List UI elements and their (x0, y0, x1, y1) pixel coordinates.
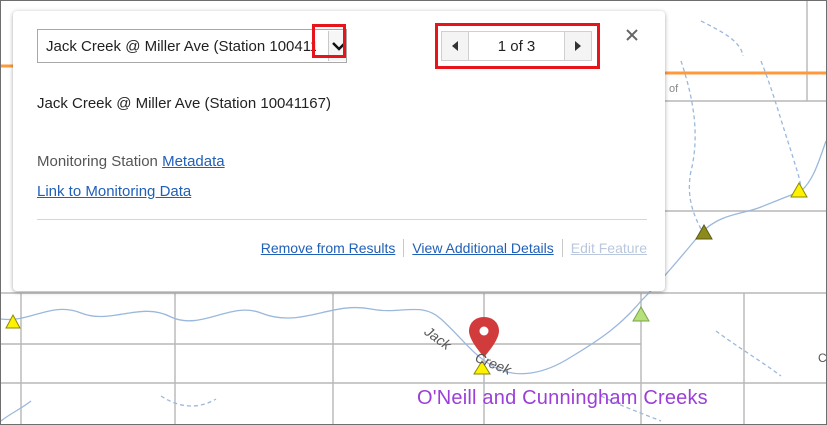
feature-select[interactable]: Jack Creek @ Miller Ave (Station 1004116… (37, 29, 347, 63)
previous-feature-button[interactable] (441, 31, 469, 61)
divider (37, 219, 647, 220)
map-label-fragment: of (669, 83, 679, 95)
edit-feature-link: Edit Feature (570, 240, 647, 256)
close-icon (626, 29, 638, 41)
feature-count: 1 of 3 (469, 31, 564, 61)
monitoring-data-link[interactable]: Link to Monitoring Data (37, 183, 191, 200)
action-separator (561, 239, 563, 257)
feature-pager: 1 of 3 (441, 29, 592, 63)
tributary-stream-7 (715, 330, 782, 377)
popup-title: Jack Creek @ Miller Ave (Station 1004116… (37, 95, 331, 112)
view-additional-details-link[interactable]: View Additional Details (412, 240, 553, 256)
feature-popup: Jack Creek @ Miller Ave (Station 1004116… (13, 11, 665, 291)
map-viewport[interactable]: of C Jack Creek O'Neill and Cunningham C… (0, 0, 827, 425)
triangle-marker-icon (695, 223, 713, 240)
tributary-stream-4 (160, 395, 217, 407)
triangle-marker-icon (5, 313, 21, 329)
dropdown-button[interactable] (328, 31, 346, 61)
next-feature-button[interactable] (564, 31, 592, 61)
chevron-down-icon (331, 42, 346, 51)
metadata-link[interactable]: Metadata (162, 153, 225, 170)
tributary-stream-2 (760, 60, 802, 192)
popup-actions: Remove from Results View Additional Deta… (261, 239, 647, 257)
triangle-marker-icon (632, 305, 650, 322)
feature-select-value: Jack Creek @ Miller Ave (Station 1004116… (46, 38, 316, 55)
metadata-line: Monitoring Station Metadata (37, 153, 225, 170)
triangle-marker-icon (790, 181, 808, 198)
triangle-left-icon (452, 41, 458, 51)
tributary-stream-1 (680, 60, 704, 234)
tributary-stream-3 (700, 20, 744, 57)
triangle-right-icon (575, 41, 581, 51)
metadata-prefix: Monitoring Station (37, 153, 163, 170)
area-label: O'Neill and Cunningham Creeks (417, 387, 708, 409)
tributary-stream-5 (1, 400, 32, 422)
monitoring-data-line: Link to Monitoring Data (37, 183, 191, 200)
close-button[interactable] (620, 23, 644, 47)
map-label-fragment-c: C (818, 351, 827, 365)
action-separator (403, 239, 405, 257)
remove-from-results-link[interactable]: Remove from Results (261, 240, 396, 256)
